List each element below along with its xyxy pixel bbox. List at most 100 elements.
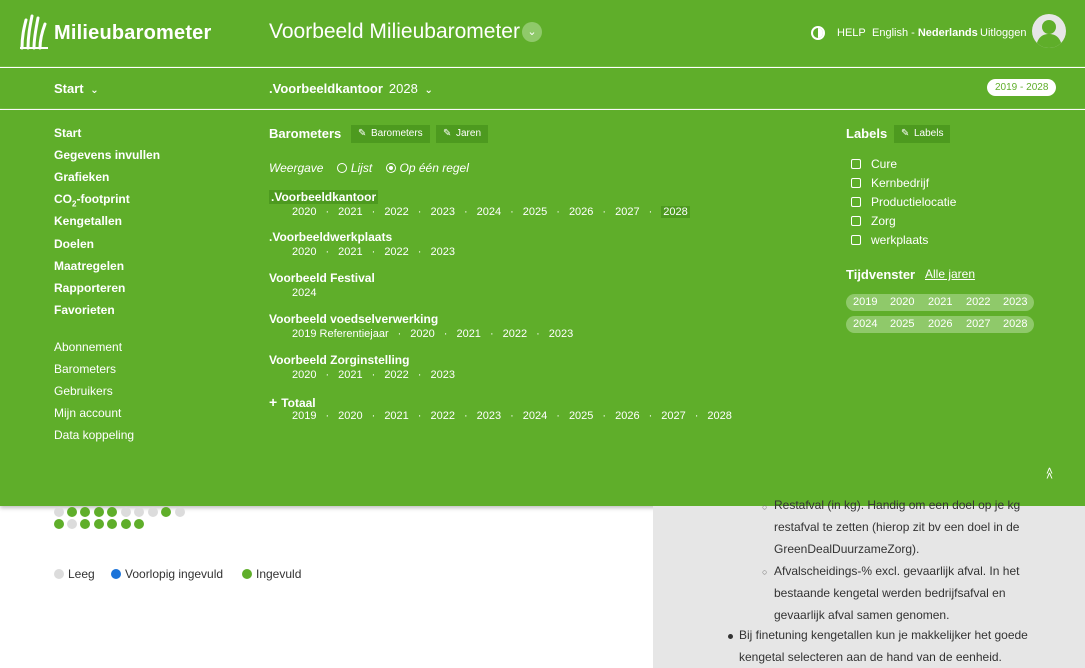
- avatar[interactable]: [1032, 14, 1066, 48]
- year-link[interactable]: 2027: [615, 206, 639, 218]
- year-link[interactable]: 2021: [338, 369, 362, 381]
- year-link[interactable]: 2021: [456, 328, 480, 340]
- brand-name[interactable]: Milieubarometer: [54, 22, 211, 45]
- year-link[interactable]: 2020: [292, 369, 316, 381]
- year-link[interactable]: 2023: [430, 369, 454, 381]
- year-link[interactable]: 2020: [292, 206, 316, 218]
- language-switch[interactable]: English - Nederlands: [872, 27, 978, 39]
- circle-bullet-icon: ○: [762, 502, 768, 512]
- barometer-voorbeeld-voedselverwerking[interactable]: Voorbeeld voedselverwerking: [269, 312, 438, 326]
- tijdvenster-year[interactable]: 2019: [853, 296, 877, 308]
- nav-rapporteren[interactable]: Rapporteren: [54, 281, 125, 295]
- year-link[interactable]: 2022: [430, 410, 454, 422]
- nav-gebruikers[interactable]: Gebruikers: [54, 384, 113, 398]
- checkbox[interactable]: [851, 159, 861, 169]
- year-link[interactable]: 2020: [338, 410, 362, 422]
- year-link[interactable]: 2022: [503, 328, 527, 340]
- year-link[interactable]: 2019: [292, 410, 316, 422]
- tijdvenster-year[interactable]: 2026: [928, 318, 952, 330]
- edit-labels-button[interactable]: ✎ Labels: [894, 125, 951, 143]
- radio-lijst-label[interactable]: Lijst: [351, 161, 372, 175]
- barometer-voorbeeld-zorginstelling[interactable]: Voorbeeld Zorginstelling: [269, 353, 409, 367]
- nav-abonnement[interactable]: Abonnement: [54, 340, 122, 354]
- barometer-voorbeeldwerkplaats[interactable]: .Voorbeeldwerkplaats: [269, 230, 392, 244]
- nav-data-koppeling[interactable]: Data koppeling: [54, 428, 134, 442]
- label-checkbox-cure[interactable]: Cure: [851, 157, 897, 171]
- edit-jaren-button[interactable]: ✎ Jaren: [436, 125, 489, 143]
- collapse-panel-icon[interactable]: ˄ ˄: [1046, 464, 1053, 492]
- legend-dot: [242, 569, 252, 579]
- nav-gegevens-invullen[interactable]: Gegevens invullen: [54, 148, 160, 162]
- nav-favorieten[interactable]: Favorieten: [54, 303, 115, 317]
- nav-doelen[interactable]: Doelen: [54, 237, 94, 251]
- year-link[interactable]: 2022: [384, 369, 408, 381]
- checkbox[interactable]: [851, 235, 861, 245]
- nav-kengetallen[interactable]: Kengetallen: [54, 214, 122, 228]
- sub-navigation-bar: Start ⌄ .Voorbeeldkantoor 2028 ⌄ 2019 - 2…: [0, 68, 1085, 109]
- tijdvenster-year[interactable]: 2024: [853, 318, 877, 330]
- checkbox[interactable]: [851, 197, 861, 207]
- year-link[interactable]: 2021: [338, 246, 362, 258]
- tijdvenster-year[interactable]: 2027: [966, 318, 990, 330]
- nav-mijn-account[interactable]: Mijn account: [54, 406, 121, 420]
- barometer-voorbeeldkantoor[interactable]: .Voorbeeldkantoor: [269, 190, 379, 204]
- milieubarometer-logo-icon[interactable]: [18, 14, 52, 50]
- alle-jaren-link[interactable]: Alle jaren: [925, 267, 975, 281]
- year-link[interactable]: 2021: [338, 206, 362, 218]
- year-link[interactable]: 2028: [707, 410, 731, 422]
- year-link[interactable]: 2022: [384, 206, 408, 218]
- barometer-selector[interactable]: .Voorbeeldkantoor 2028 ⌄: [269, 81, 433, 96]
- barometer-voorbeeld-festival[interactable]: Voorbeeld Festival: [269, 271, 375, 285]
- help-link[interactable]: HELP: [837, 27, 866, 39]
- label-checkbox-zorg[interactable]: Zorg: [851, 214, 896, 228]
- sidebar-text-line: kengetal selecteren aan de hand van de e…: [739, 650, 1002, 664]
- barometer-totaal[interactable]: + Totaal: [269, 394, 316, 410]
- year-link[interactable]: 2023: [477, 410, 501, 422]
- tijdvenster-year[interactable]: 2025: [890, 318, 914, 330]
- nav-maatregelen[interactable]: Maatregelen: [54, 259, 124, 273]
- radio-op-een-regel[interactable]: [385, 163, 396, 173]
- label-checkbox-kernbedrijf[interactable]: Kernbedrijf: [851, 176, 929, 190]
- tijdvenster-year[interactable]: 2028: [1003, 318, 1027, 330]
- radio-op-een-regel-label[interactable]: Op één regel: [400, 161, 469, 175]
- edit-barometers-button[interactable]: ✎ Barometers: [351, 125, 430, 143]
- year-link[interactable]: 2025: [523, 206, 547, 218]
- nav-co2-footprint[interactable]: CO2-footprint: [54, 192, 130, 208]
- contrast-icon[interactable]: [811, 26, 825, 40]
- radio-lijst[interactable]: [336, 163, 347, 173]
- nav-grafieken[interactable]: Grafieken: [54, 170, 109, 184]
- year-link[interactable]: 2022: [384, 246, 408, 258]
- tijdvenster-year[interactable]: 2023: [1003, 296, 1027, 308]
- label-checkbox-productielocatie[interactable]: Productielocatie: [851, 195, 956, 209]
- year-link[interactable]: 2021: [384, 410, 408, 422]
- progress-dot: [80, 519, 90, 529]
- checkbox[interactable]: [851, 216, 861, 226]
- language-english[interactable]: English: [872, 27, 908, 39]
- tijdvenster-year[interactable]: 2020: [890, 296, 914, 308]
- year-link[interactable]: 2026: [569, 206, 593, 218]
- year-link[interactable]: 2023: [430, 246, 454, 258]
- year-link[interactable]: 2020: [292, 246, 316, 258]
- language-dutch[interactable]: Nederlands: [918, 27, 978, 39]
- chevron-down-icon[interactable]: ⌄: [522, 22, 542, 42]
- label-checkbox-werkplaats[interactable]: werkplaats: [851, 233, 928, 247]
- year-link-selected[interactable]: 2028: [661, 206, 690, 218]
- checkbox[interactable]: [851, 178, 861, 188]
- year-link[interactable]: 2025: [569, 410, 593, 422]
- year-link[interactable]: 2024: [523, 410, 547, 422]
- year-link[interactable]: 2020: [410, 328, 434, 340]
- tijdvenster-year[interactable]: 2021: [928, 296, 952, 308]
- nav-barometers[interactable]: Barometers: [54, 362, 116, 376]
- start-menu-toggle[interactable]: Start ⌄: [54, 81, 99, 96]
- tijdvenster-year[interactable]: 2022: [966, 296, 990, 308]
- year-link[interactable]: 2026: [615, 410, 639, 422]
- year-link[interactable]: 2027: [661, 410, 685, 422]
- year-link[interactable]: 2023: [549, 328, 573, 340]
- year-link[interactable]: 2019 Referentiejaar: [292, 328, 389, 340]
- year-link[interactable]: 2024: [477, 206, 501, 218]
- year-range-pill[interactable]: 2019 - 2028: [987, 79, 1057, 96]
- year-link[interactable]: 2024: [292, 287, 316, 299]
- logout-link[interactable]: Uitloggen: [980, 27, 1026, 39]
- nav-start[interactable]: Start: [54, 126, 81, 140]
- year-link[interactable]: 2023: [430, 206, 454, 218]
